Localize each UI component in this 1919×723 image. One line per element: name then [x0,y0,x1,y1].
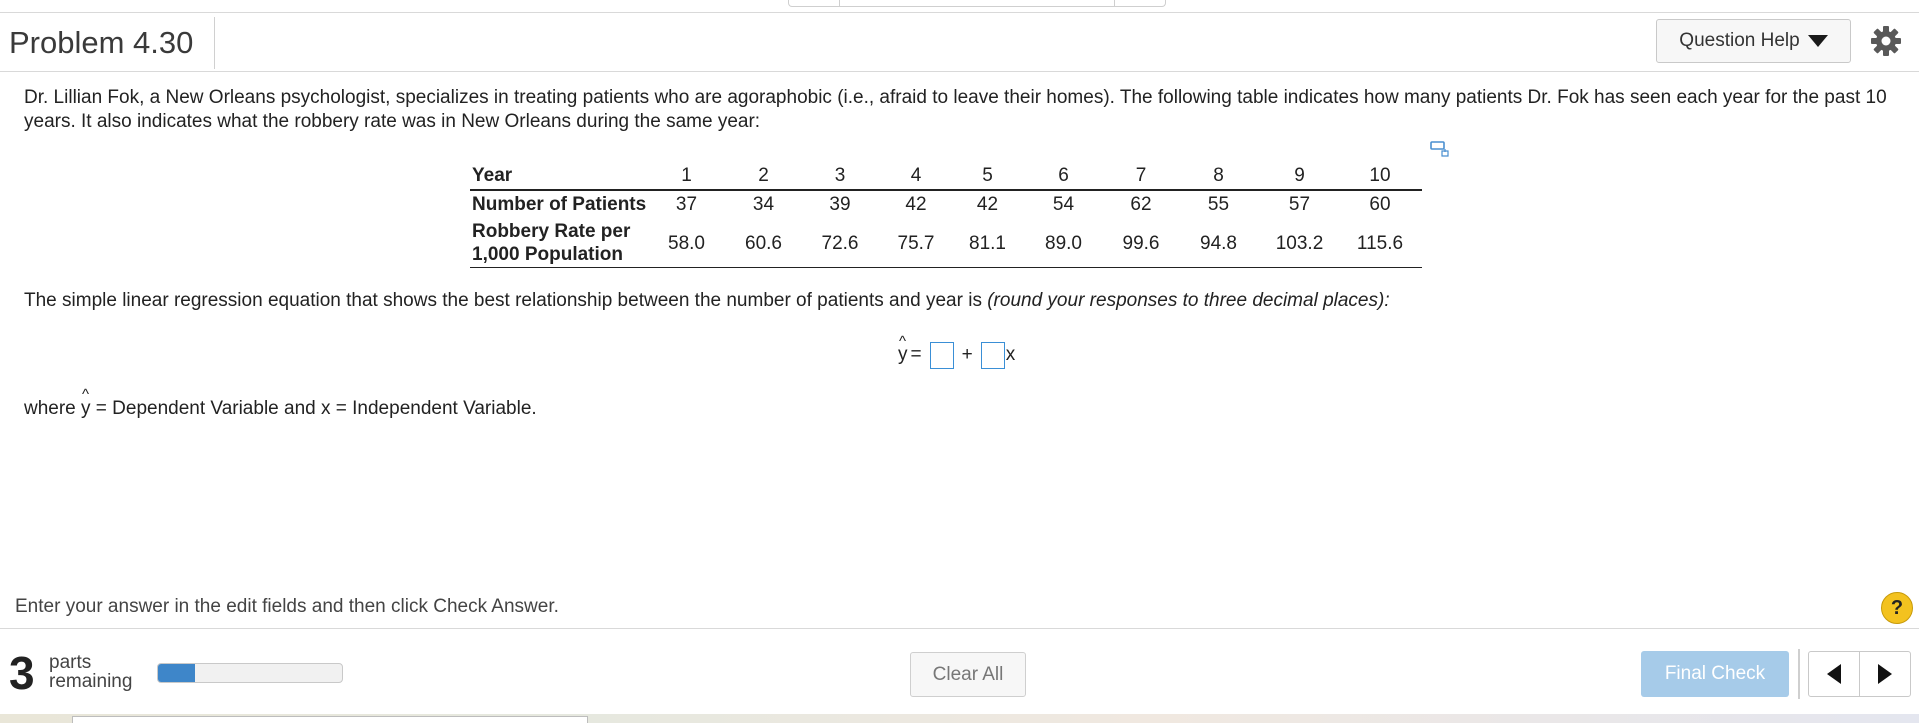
nav-divider [1798,649,1800,699]
previous-button[interactable] [1809,652,1859,696]
table-cell: 37 [675,194,698,215]
footer: 3 parts remaining Clear All Final Check [0,628,1919,715]
intercept-input[interactable] [929,341,954,369]
row-label-robbery: Robbery Rate per 1,000 Population [470,219,648,268]
tab-divider [839,0,840,6]
caret-down-icon [1807,35,1828,47]
title-divider [214,17,215,69]
table-cell: 42 [905,194,927,215]
table-cell: 55 [1207,194,1230,215]
question-instruction: (round your responses to three decimal p… [987,290,1390,311]
help-icon[interactable]: ? [1881,592,1913,624]
table-cell: 7 [1106,163,1176,191]
regression-equation: ^ y = + x [898,333,1016,371]
table-cell: 60 [1369,194,1391,215]
table-cell: 75.7 [878,219,954,268]
question-nav [1808,651,1911,697]
arrow-right-icon [1878,664,1892,684]
table-cell: 34 [752,194,775,215]
top-strip [0,0,1919,13]
table-cell: 89.0 [1021,219,1106,268]
parts-count: 3 [9,647,35,699]
clear-all-button[interactable]: Clear All [910,652,1026,697]
row-label-robbery-line2: 1,000 Population [472,244,623,265]
table-cell: 72.6 [802,219,878,268]
variable-definition: where ^ y = Dependent Variable and x = In… [24,386,537,420]
table-cell: 39 [829,194,851,215]
page: Problem 4.30 Question Help Dr. Lillian F… [0,0,1919,723]
table-cell: 2 [725,163,802,191]
where-suffix: = Dependent Variable and x = Independent… [90,398,537,419]
problem-description: Dr. Lillian Fok, a New Orleans psycholog… [24,87,1887,132]
question-text: The simple linear regression equation th… [24,290,1390,312]
arrow-left-icon [1827,664,1841,684]
parts-label: parts remaining [49,653,132,691]
plus-sign: + [961,344,973,365]
table-cell: 6 [1021,163,1106,191]
x-symbol: x [1005,344,1016,365]
equals-sign: = [910,344,922,365]
progress-fill [158,664,195,682]
table-cell: 8 [1176,163,1261,191]
table-cell: 42 [976,194,999,215]
row-label-year: Year [470,163,648,191]
table-cell: 58.0 [648,219,725,268]
y-hat-symbol: ^ y [81,386,91,420]
bottom-panel [72,716,588,723]
next-button[interactable] [1859,652,1910,696]
progress-bar [157,663,343,683]
table-cell: 62 [1130,194,1152,215]
table-cell: 57 [1288,194,1311,215]
instruction-text: Enter your answer in the edit fields and… [15,596,559,617]
row-label-robbery-line1: Robbery Rate per [472,221,631,242]
question-help-label: Question Help [1679,30,1800,51]
y-hat-symbol: ^ y [898,333,908,366]
where-prefix: where [24,398,82,419]
table-cell: 54 [1052,194,1075,215]
table-cell: 81.1 [954,219,1021,268]
table-cell: 99.6 [1106,219,1176,268]
hat-mark: ^ [899,333,907,350]
table-row-robbery: Robbery Rate per 1,000 Population 58.0 6… [470,219,1422,268]
table-cell: 103.2 [1261,219,1338,268]
parts-label-line1: parts [49,652,92,673]
slope-input[interactable] [980,341,1005,369]
table-cell: 4 [878,163,954,191]
table-cell: 3 [802,163,878,191]
table-cell: 60.6 [725,219,802,268]
question-help-button[interactable]: Question Help [1656,19,1851,63]
parts-label-line2: remaining [49,671,133,692]
final-check-button[interactable]: Final Check [1641,651,1789,697]
table-cell: 115.6 [1338,219,1422,268]
popout-icon[interactable] [1430,140,1450,158]
table-cell: 94.8 [1176,219,1261,268]
data-table: Year 1 2 3 4 5 6 7 8 9 10 Number of Pati… [470,163,1422,268]
top-tab-group[interactable] [788,0,1166,7]
gear-icon[interactable] [1868,23,1904,59]
table-cell: 1 [648,163,725,191]
table-row-year: Year 1 2 3 4 5 6 7 8 9 10 [470,163,1422,191]
table-cell: 9 [1261,163,1338,191]
page-title: Problem 4.30 [9,25,194,60]
table-cell: 5 [954,163,1021,191]
hat-mark: ^ [82,386,90,403]
header: Problem 4.30 Question Help [0,13,1919,72]
table-row-patients: Number of Patients 37 34 39 42 42 54 62 … [470,190,1422,219]
table-cell: 10 [1338,163,1422,191]
tab-divider [1114,0,1115,6]
row-label-patients: Number of Patients [472,194,647,215]
question-main: The simple linear regression equation th… [24,290,988,311]
